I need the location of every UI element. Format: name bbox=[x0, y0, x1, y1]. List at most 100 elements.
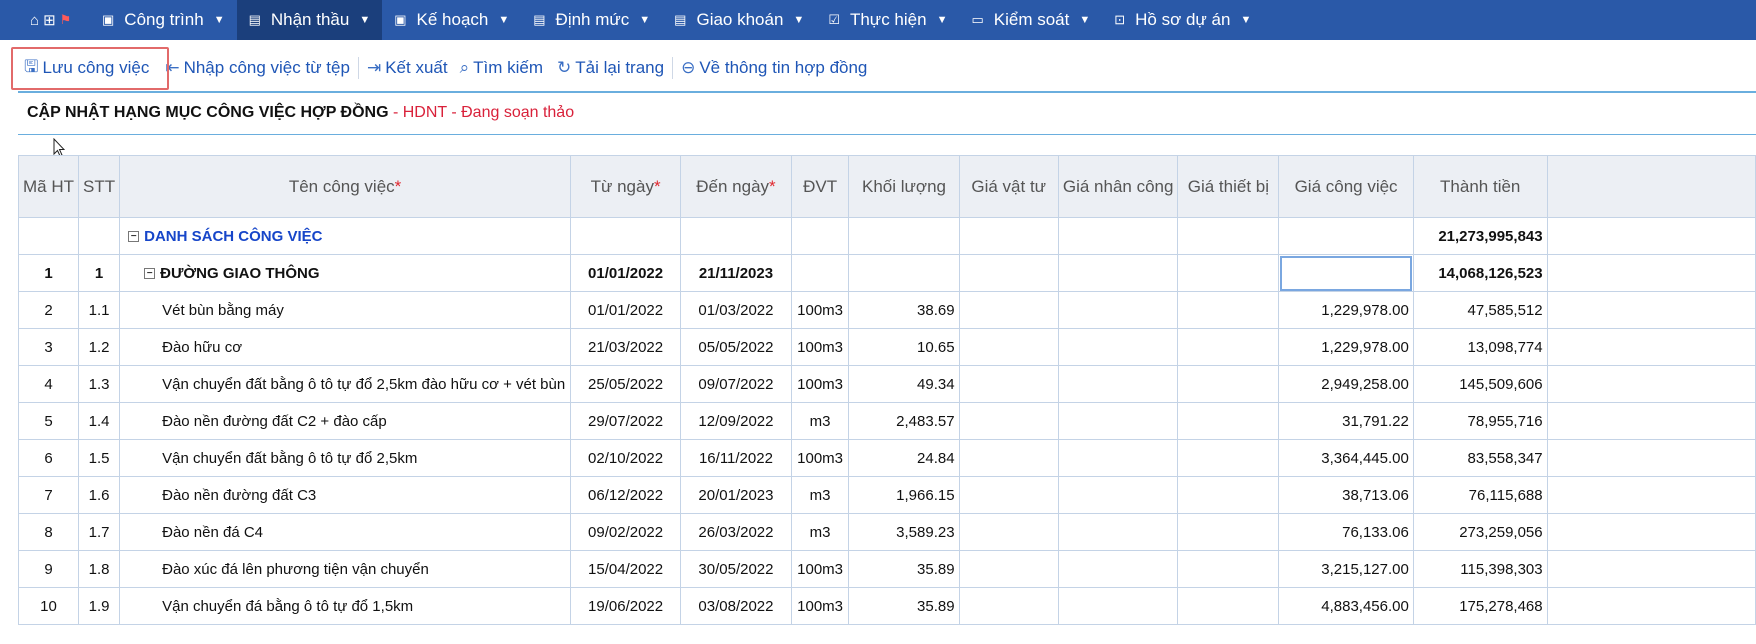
ten-cong-viec-cell[interactable]: Vận chuyển đất bằng ô tô tự đổ 2,5km bbox=[119, 439, 572, 477]
tu-ngay-cell[interactable]: 01/01/2022 bbox=[570, 291, 682, 329]
stt-cell[interactable]: 1.5 bbox=[77, 439, 121, 477]
dvt-cell[interactable] bbox=[790, 254, 850, 292]
gia-thiet-bi-cell[interactable] bbox=[1177, 291, 1280, 329]
ten-cong-viec-cell[interactable]: Đào nền đường đất C2 + đào cấp bbox=[119, 402, 572, 440]
col-header-khoi-luong[interactable]: Khối lượng bbox=[848, 155, 960, 218]
section-row[interactable]: 1 1 − ĐƯỜNG GIAO THÔNG 01/01/2022 21/11/2… bbox=[18, 254, 1756, 292]
ma-ht-cell[interactable]: 6 bbox=[18, 439, 79, 477]
col-header-den-ngay[interactable]: Đến ngày* bbox=[680, 155, 792, 218]
gia-nhan-cong-cell[interactable] bbox=[1057, 439, 1179, 477]
den-ngay-cell[interactable]: 30/05/2022 bbox=[680, 550, 792, 588]
gia-thiet-bi-cell[interactable] bbox=[1177, 513, 1280, 551]
group-name-cell[interactable]: − DANH SÁCH CÔNG VIỆC bbox=[119, 217, 572, 255]
dvt-cell[interactable]: m3 bbox=[790, 513, 850, 551]
gia-thiet-bi-cell[interactable] bbox=[1177, 328, 1280, 366]
gia-vat-tu-cell[interactable] bbox=[958, 402, 1059, 440]
gia-cong-viec-cell[interactable]: 3,215,127.00 bbox=[1278, 550, 1414, 588]
khoi-luong-cell[interactable]: 10.65 bbox=[848, 328, 960, 366]
ma-ht-cell[interactable]: 3 bbox=[18, 328, 79, 366]
gia-cong-viec-cell[interactable]: 4,883,456.00 bbox=[1278, 587, 1414, 625]
gia-cong-viec-cell[interactable]: 76,133.06 bbox=[1278, 513, 1414, 551]
export-button[interactable]: ⇥ Kết xuất bbox=[367, 58, 448, 78]
gia-thiet-bi-cell[interactable] bbox=[1177, 254, 1280, 292]
tu-ngay-cell[interactable]: 01/01/2022 bbox=[570, 254, 682, 292]
thanh-tien-cell[interactable]: 13,098,774 bbox=[1412, 328, 1548, 366]
ten-cong-viec-cell[interactable]: Đào nền đường đất C3 bbox=[119, 476, 572, 514]
col-header-stt[interactable]: STT bbox=[77, 155, 121, 218]
flag-icon[interactable]: ⚑ bbox=[60, 12, 72, 28]
stt-cell[interactable]: 1.8 bbox=[77, 550, 121, 588]
khoi-luong-cell[interactable]: 35.89 bbox=[848, 587, 960, 625]
table-row[interactable]: 9 1.8 Đào xúc đá lên phương tiện vận chuyể… bbox=[18, 550, 1756, 588]
gia-cong-viec-cell[interactable]: 2,949,258.00 bbox=[1278, 365, 1414, 403]
den-ngay-cell[interactable]: 03/08/2022 bbox=[680, 587, 792, 625]
stt-cell[interactable]: 1.3 bbox=[77, 365, 121, 403]
tu-ngay-cell[interactable]: 25/05/2022 bbox=[570, 365, 682, 403]
gia-thiet-bi-cell[interactable] bbox=[1177, 439, 1280, 477]
gia-nhan-cong-cell[interactable] bbox=[1057, 550, 1179, 588]
ma-ht-cell[interactable]: 4 bbox=[18, 365, 79, 403]
table-row[interactable]: 2 1.1 Vét bùn bằng máy 01/01/2022 01/03/2022… bbox=[18, 291, 1756, 329]
den-ngay-cell[interactable]: 21/11/2023 bbox=[680, 254, 792, 292]
table-row[interactable]: 6 1.5 Vận chuyển đất bằng ô tô tự đổ 2,5km… bbox=[18, 439, 1756, 477]
tu-ngay-cell[interactable]: 06/12/2022 bbox=[570, 476, 682, 514]
collapse-toggle-icon[interactable]: − bbox=[144, 268, 156, 280]
grid-icon[interactable]: ⊞ bbox=[43, 11, 56, 29]
nav-item[interactable]: ▭ Kiểm soát ▼ bbox=[959, 0, 1102, 40]
den-ngay-cell[interactable]: 16/11/2022 bbox=[680, 439, 792, 477]
ten-cong-viec-cell[interactable]: Đào nền đá C4 bbox=[119, 513, 572, 551]
gia-cong-viec-input-cell[interactable] bbox=[1278, 254, 1414, 292]
gia-cong-viec-cell[interactable]: 38,713.06 bbox=[1278, 476, 1414, 514]
nav-item[interactable]: ☑ Thực hiện ▼ bbox=[816, 0, 959, 40]
gia-nhan-cong-cell[interactable] bbox=[1057, 402, 1179, 440]
ma-ht-cell[interactable]: 10 bbox=[18, 587, 79, 625]
gia-vat-tu-cell[interactable] bbox=[958, 254, 1059, 292]
tu-ngay-cell[interactable]: 09/02/2022 bbox=[570, 513, 682, 551]
nav-item[interactable]: ⊡ Hồ sơ dự án ▼ bbox=[1102, 0, 1263, 40]
gia-thiet-bi-cell[interactable] bbox=[1177, 587, 1280, 625]
thanh-tien-cell[interactable]: 175,278,468 bbox=[1412, 587, 1548, 625]
den-ngay-cell[interactable]: 09/07/2022 bbox=[680, 365, 792, 403]
gia-cong-viec-cell[interactable]: 3,364,445.00 bbox=[1278, 439, 1414, 477]
nav-item[interactable]: ▤ Giao khoán ▼ bbox=[662, 0, 816, 40]
table-row[interactable]: 7 1.6 Đào nền đường đất C3 06/12/2022 20/01/… bbox=[18, 476, 1756, 514]
dvt-cell[interactable]: 100m3 bbox=[790, 291, 850, 329]
dvt-cell[interactable]: 100m3 bbox=[790, 365, 850, 403]
gia-nhan-cong-cell[interactable] bbox=[1057, 587, 1179, 625]
thanh-tien-cell[interactable]: 145,509,606 bbox=[1412, 365, 1548, 403]
tu-ngay-cell[interactable]: 29/07/2022 bbox=[570, 402, 682, 440]
stt-cell[interactable]: 1.7 bbox=[77, 513, 121, 551]
gia-thiet-bi-cell[interactable] bbox=[1177, 402, 1280, 440]
col-header-gia-cong-viec[interactable]: Giá công việc bbox=[1278, 155, 1414, 218]
group-row[interactable]: − DANH SÁCH CÔNG VIỆC 21,273,995,843 bbox=[18, 217, 1756, 255]
gia-vat-tu-cell[interactable] bbox=[958, 328, 1059, 366]
thanh-tien-cell[interactable]: 273,259,056 bbox=[1412, 513, 1548, 551]
table-row[interactable]: 4 1.3 Vận chuyển đất bằng ô tô tự đổ 2,5km… bbox=[18, 365, 1756, 403]
tu-ngay-cell[interactable]: 21/03/2022 bbox=[570, 328, 682, 366]
table-row[interactable]: 5 1.4 Đào nền đường đất C2 + đào cấp 29/07/… bbox=[18, 402, 1756, 440]
gia-nhan-cong-cell[interactable] bbox=[1057, 476, 1179, 514]
reload-page-button[interactable]: ↻ Tải lại trang bbox=[557, 58, 664, 78]
den-ngay-cell[interactable]: 26/03/2022 bbox=[680, 513, 792, 551]
col-header-thanh-tien[interactable]: Thành tiền bbox=[1412, 155, 1548, 218]
nav-item[interactable]: ▤ Định mức ▼ bbox=[521, 0, 662, 40]
ten-cong-viec-cell[interactable]: Vét bùn bằng máy bbox=[119, 291, 572, 329]
stt-cell[interactable]: 1.1 bbox=[77, 291, 121, 329]
khoi-luong-cell[interactable]: 2,483.57 bbox=[848, 402, 960, 440]
ten-cong-viec-cell[interactable]: Vận chuyển đất bằng ô tô tự đổ 2,5km đào… bbox=[119, 365, 572, 403]
khoi-luong-cell[interactable]: 49.34 bbox=[848, 365, 960, 403]
khoi-luong-cell[interactable]: 38.69 bbox=[848, 291, 960, 329]
tu-ngay-cell[interactable]: 02/10/2022 bbox=[570, 439, 682, 477]
ma-ht-cell[interactable]: 8 bbox=[18, 513, 79, 551]
dvt-cell[interactable]: 100m3 bbox=[790, 587, 850, 625]
stt-cell[interactable]: 1.9 bbox=[77, 587, 121, 625]
dvt-cell[interactable]: 100m3 bbox=[790, 439, 850, 477]
thanh-tien-cell[interactable]: 47,585,512 bbox=[1412, 291, 1548, 329]
stt-cell[interactable]: 1.4 bbox=[77, 402, 121, 440]
import-from-file-button[interactable]: ⇤ Nhập công việc từ tệp bbox=[165, 58, 350, 78]
dvt-cell[interactable]: m3 bbox=[790, 476, 850, 514]
gia-vat-tu-cell[interactable] bbox=[958, 439, 1059, 477]
khoi-luong-cell[interactable]: 24.84 bbox=[848, 439, 960, 477]
gia-vat-tu-cell[interactable] bbox=[958, 587, 1059, 625]
dvt-cell[interactable]: m3 bbox=[790, 402, 850, 440]
